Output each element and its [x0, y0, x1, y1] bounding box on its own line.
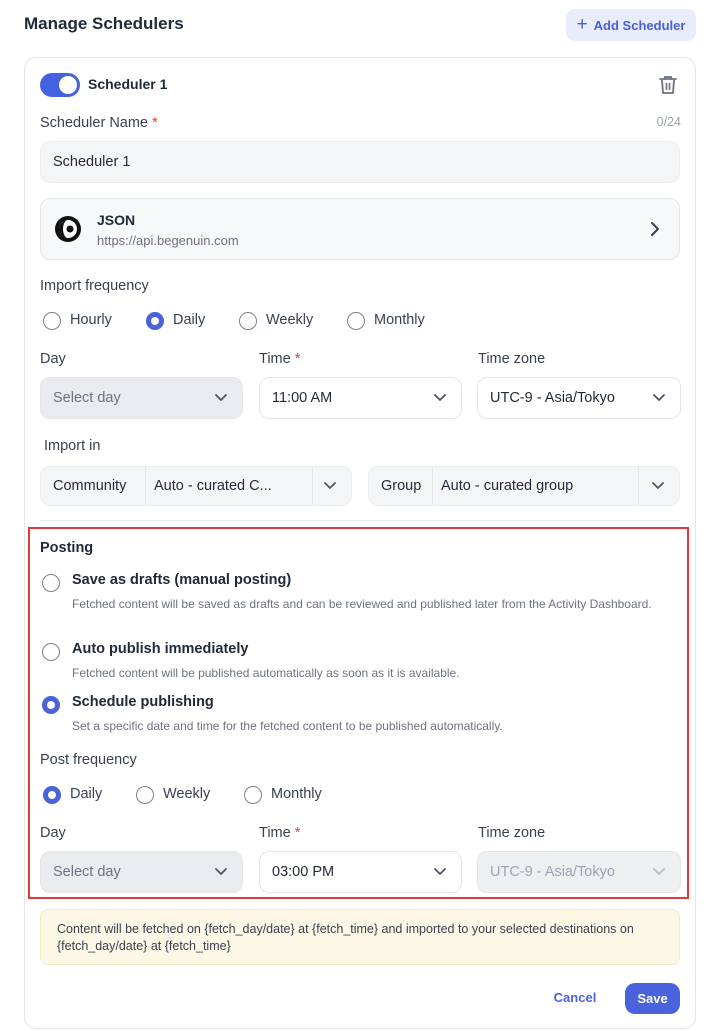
radio-save-as-drafts[interactable] [42, 574, 60, 592]
radio-schedule-publishing[interactable] [42, 696, 60, 714]
option-schedule-desc: Set a specific date and time for the fet… [72, 719, 503, 733]
group-label: Group [381, 478, 422, 494]
chevron-down-icon [215, 394, 227, 401]
source-url: https://api.begenuin.com [97, 233, 239, 248]
import-time-select[interactable]: 11:00 AM [259, 377, 462, 419]
post-frequency-label: Post frequency [40, 752, 137, 768]
chevron-down-icon [215, 868, 227, 875]
option-auto-publish-desc: Fetched content will be published automa… [72, 666, 460, 680]
chevron-down-icon [324, 482, 336, 489]
community-value: Auto - curated C... [145, 467, 313, 505]
chevron-down-icon [434, 868, 446, 875]
chevron-down-icon [653, 868, 665, 875]
cancel-button[interactable]: Cancel [549, 990, 601, 1005]
add-scheduler-label: Add Scheduler [593, 17, 686, 33]
trash-icon[interactable] [657, 74, 679, 96]
option-save-drafts-title: Save as drafts (manual posting) [72, 572, 292, 588]
community-label: Community [53, 478, 127, 494]
post-timezone-value: UTC-9 - Asia/Tokyo [490, 864, 615, 880]
option-save-drafts-desc: Fetched content will be saved as drafts … [72, 597, 652, 611]
community-select[interactable]: Community Auto - curated C... [40, 466, 352, 506]
radio-daily-label: Daily [173, 312, 206, 328]
import-time-value: 11:00 AM [272, 390, 333, 406]
import-timezone-select[interactable]: UTC-9 - Asia/Tokyo [477, 377, 681, 419]
post-day-placeholder: Select day [53, 864, 121, 880]
json-logo-icon [55, 216, 81, 242]
option-auto-publish-title: Auto publish immediately [72, 641, 249, 657]
import-time-label: Time * [259, 351, 301, 367]
chevron-down-icon [434, 394, 446, 401]
post-day-label: Day [40, 825, 66, 841]
radio-post-monthly-label: Monthly [271, 786, 322, 802]
import-day-select[interactable]: Select day [40, 377, 243, 419]
scheduler-name-value: Scheduler 1 [53, 154, 131, 170]
import-day-label: Day [40, 351, 66, 367]
import-frequency-label: Import frequency [40, 278, 149, 294]
group-value: Auto - curated group [432, 467, 639, 505]
post-timezone-label: Time zone [478, 825, 546, 841]
scheduler-name-input[interactable]: Scheduler 1 [40, 141, 680, 183]
source-name: JSON [97, 212, 136, 228]
plus-icon: + [576, 13, 588, 35]
page-title: Manage Schedulers [24, 14, 184, 33]
radio-monthly-label: Monthly [374, 312, 425, 328]
divider [40, 520, 680, 521]
group-select[interactable]: Group Auto - curated group [368, 466, 680, 506]
post-time-value: 03:00 PM [272, 864, 335, 880]
post-day-select[interactable]: Select day [40, 851, 243, 893]
scheduler-title: Scheduler 1 [88, 76, 168, 92]
save-button[interactable]: Save [625, 983, 680, 1014]
scheduler-enabled-toggle[interactable] [40, 73, 80, 97]
chevron-right-icon [651, 222, 659, 236]
radio-post-daily[interactable] [43, 786, 61, 804]
radio-post-weekly[interactable] [136, 786, 154, 804]
radio-hourly[interactable] [43, 312, 61, 330]
source-selector[interactable]: JSON https://api.begenuin.com [40, 198, 680, 260]
name-char-counter: 0/24 [656, 115, 681, 129]
radio-post-weekly-label: Weekly [163, 786, 211, 802]
posting-title: Posting [40, 540, 94, 556]
chevron-down-icon [652, 482, 664, 489]
option-schedule-title: Schedule publishing [72, 694, 214, 710]
scheduler-name-label: Scheduler Name * [40, 115, 158, 131]
radio-auto-publish[interactable] [42, 643, 60, 661]
radio-weekly[interactable] [239, 312, 257, 330]
radio-weekly-label: Weekly [266, 312, 314, 328]
import-day-placeholder: Select day [53, 390, 121, 406]
import-in-label: Import in [44, 438, 101, 454]
post-time-label: Time * [259, 825, 301, 841]
radio-hourly-label: Hourly [70, 312, 112, 328]
radio-post-daily-label: Daily [70, 786, 103, 802]
import-timezone-label: Time zone [478, 351, 546, 367]
toggle-knob [59, 76, 77, 94]
import-timezone-value: UTC-9 - Asia/Tokyo [490, 390, 615, 406]
schedule-summary-note: Content will be fetched on {fetch_day/da… [40, 909, 680, 965]
chevron-down-icon [653, 394, 665, 401]
post-timezone-select: UTC-9 - Asia/Tokyo [477, 851, 681, 893]
radio-monthly[interactable] [347, 312, 365, 330]
add-scheduler-button[interactable]: + Add Scheduler [566, 9, 696, 41]
radio-daily[interactable] [146, 312, 164, 330]
radio-post-monthly[interactable] [244, 786, 262, 804]
post-time-select[interactable]: 03:00 PM [259, 851, 462, 893]
